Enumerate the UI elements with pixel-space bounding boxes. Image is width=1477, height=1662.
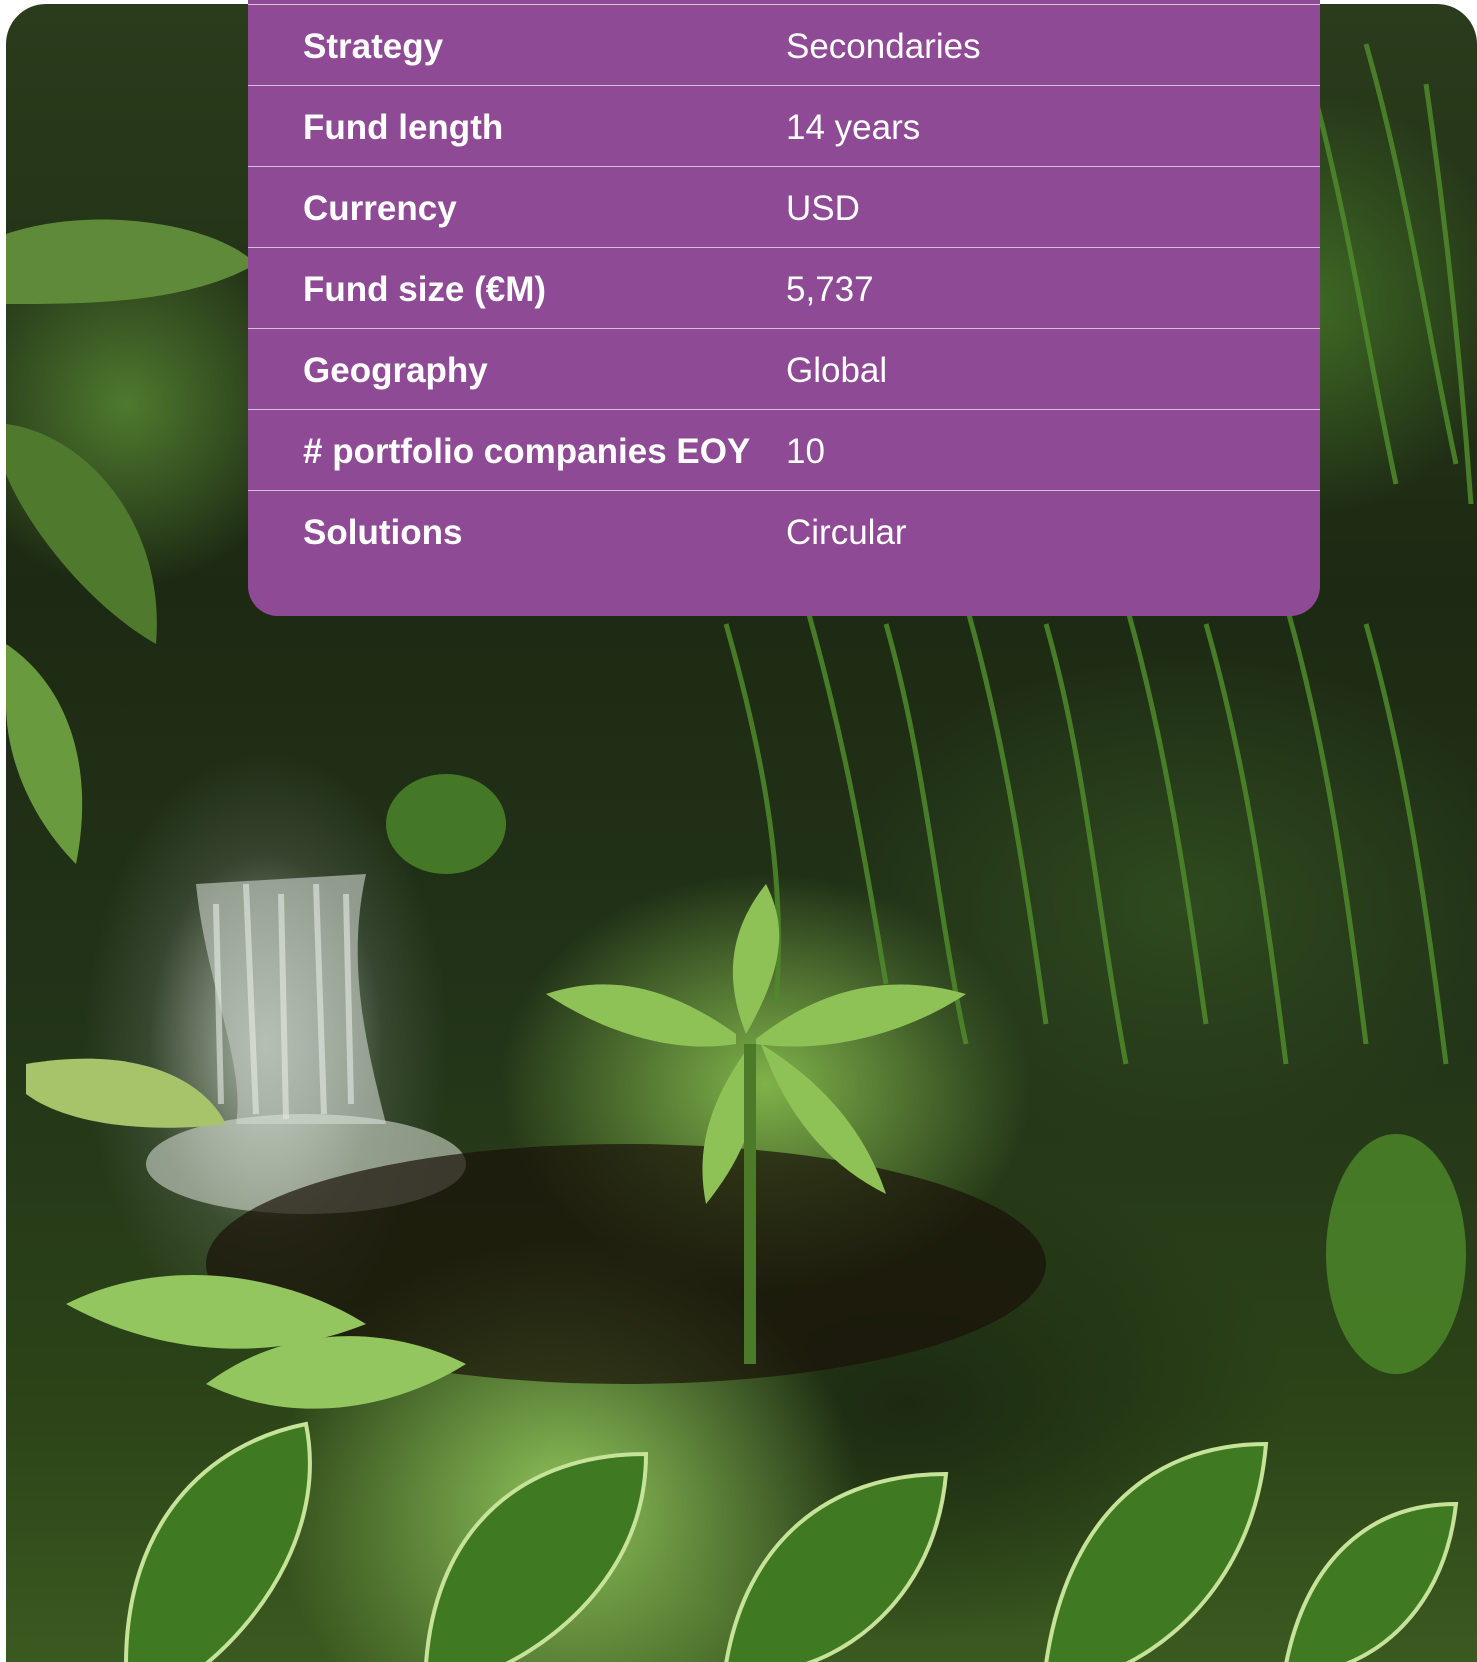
row-value: Secondaries [786, 27, 981, 66]
table-row: # portfolio companies EOY 10 [248, 409, 1320, 490]
page: Strategy Secondaries Fund length 14 year… [0, 0, 1477, 1662]
row-value: 14 years [786, 108, 921, 147]
row-label: # portfolio companies EOY [303, 432, 751, 471]
row-label: Currency [303, 189, 457, 228]
fund-details-table: Strategy Secondaries Fund length 14 year… [248, 0, 1320, 616]
table-row: Solutions Circular [248, 490, 1320, 571]
row-label: Solutions [303, 513, 463, 552]
row-value: 10 [786, 432, 825, 471]
row-value: Circular [786, 513, 907, 552]
row-value: USD [786, 189, 860, 228]
table-row: Geography Global [248, 328, 1320, 409]
row-label: Fund length [303, 108, 504, 147]
table-row: Fund size (€M) 5,737 [248, 247, 1320, 328]
row-value: Global [786, 351, 888, 390]
row-label: Geography [303, 351, 488, 390]
row-value: 5,737 [786, 270, 874, 309]
table-row: Currency USD [248, 166, 1320, 247]
table-row: Strategy Secondaries [248, 4, 1320, 85]
row-label: Strategy [303, 27, 444, 66]
row-label: Fund size (€M) [303, 270, 547, 309]
table-row: Fund length 14 years [248, 85, 1320, 166]
